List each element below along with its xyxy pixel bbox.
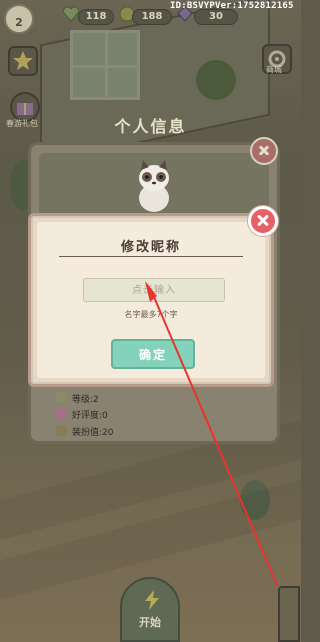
annotation-arrow [145, 281, 278, 586]
